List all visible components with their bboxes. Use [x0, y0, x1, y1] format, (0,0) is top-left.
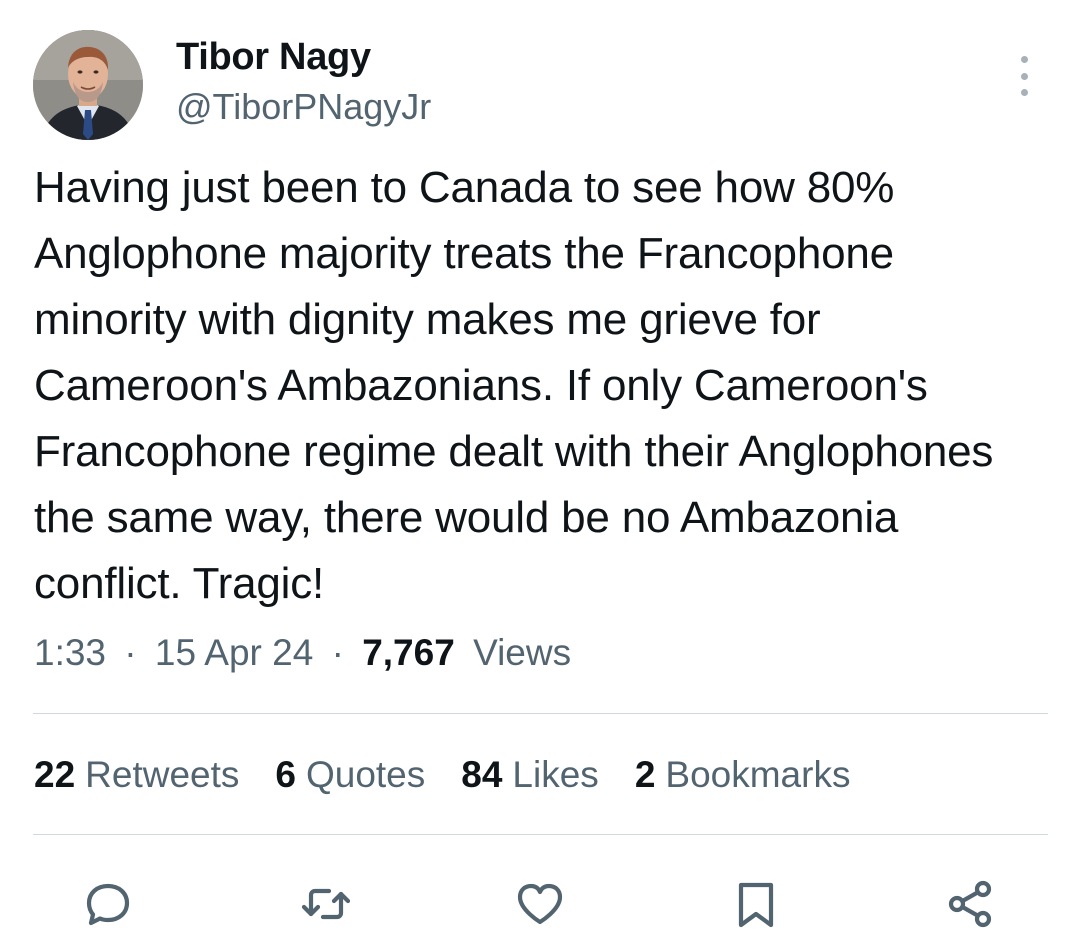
more-vertical-icon[interactable] [1006, 56, 1042, 96]
like-button[interactable] [512, 876, 568, 932]
meta-separator: · [124, 632, 137, 673]
share-button[interactable] [942, 876, 998, 932]
bookmark-button[interactable] [728, 876, 784, 932]
tweet-date[interactable]: 15 Apr 24 [155, 632, 313, 673]
bookmarks-stat[interactable]: 2 Bookmarks [635, 754, 851, 796]
heart-icon [517, 883, 563, 925]
divider [33, 713, 1048, 714]
meta-separator: · [331, 632, 344, 673]
views-count: 7,767 [362, 632, 455, 673]
tweet-text: Having just been to Canada to see how 80… [34, 163, 994, 608]
avatar-photo [33, 30, 143, 140]
author-handle[interactable]: @TiborPNagyJr [176, 86, 431, 128]
tweet-meta: 1:33 · 15 Apr 24 · 7,767 Views [34, 632, 571, 674]
tweet-time[interactable]: 1:33 [34, 632, 106, 673]
likes-stat[interactable]: 84 Likes [461, 754, 599, 796]
likes-count: 84 [461, 754, 503, 795]
retweets-stat[interactable]: 22 Retweets [34, 754, 239, 796]
quotes-count: 6 [275, 754, 296, 795]
views-label: Views [473, 632, 572, 673]
engagement-stats: 22 Retweets 6 Quotes 84 Likes 2 Bookmarks [34, 754, 850, 796]
retweet-button[interactable] [298, 876, 354, 932]
bookmarks-label: Bookmarks [665, 754, 851, 795]
quotes-stat[interactable]: 6 Quotes [275, 754, 425, 796]
author-name[interactable]: Tibor Nagy [176, 36, 371, 79]
bookmarks-count: 2 [634, 754, 656, 795]
retweets-count: 22 [34, 754, 76, 795]
quotes-label: Quotes [305, 754, 426, 795]
more-dot [1020, 72, 1028, 80]
likes-label: Likes [512, 754, 599, 795]
retweets-label: Retweets [85, 754, 240, 795]
bookmark-icon [738, 882, 774, 928]
reply-button[interactable] [80, 876, 136, 932]
retweet-icon [301, 888, 351, 920]
tweet-detail: Tibor Nagy @TiborPNagyJr Having just bee… [0, 0, 1080, 941]
share-icon [948, 880, 992, 928]
more-dot [1020, 56, 1028, 63]
author-avatar[interactable] [33, 30, 143, 140]
reply-bubble-icon [86, 883, 130, 926]
more-dot [1020, 89, 1028, 96]
divider [33, 834, 1048, 835]
